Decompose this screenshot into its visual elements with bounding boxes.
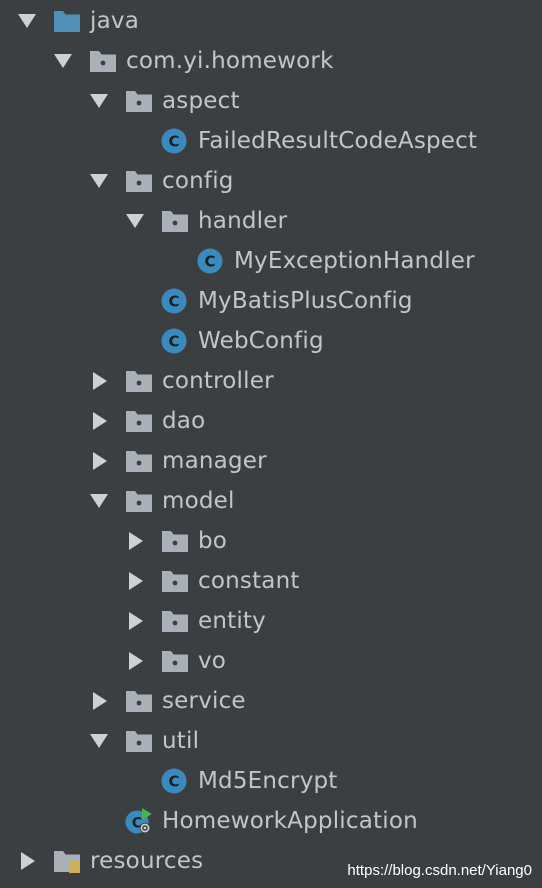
tree-node-handler[interactable]: handler [0, 201, 542, 241]
tree-node-label: bo [198, 528, 228, 554]
collapsed-arrow-icon[interactable] [125, 571, 145, 591]
collapsed-arrow-icon[interactable] [125, 611, 145, 631]
tree-node-label: model [162, 488, 235, 514]
tree-node-aspect[interactable]: aspect [0, 81, 542, 121]
tree-node-label: util [162, 728, 200, 754]
package-icon [160, 607, 190, 635]
svg-text:C: C [168, 293, 179, 311]
tree-node-controller[interactable]: controller [0, 361, 542, 401]
package-icon [124, 407, 154, 435]
tree-node-label: java [90, 8, 139, 34]
spring-boot-application-icon: C [124, 807, 154, 835]
tree-node-label: manager [162, 448, 267, 474]
tree-node-label: entity [198, 608, 266, 634]
tree-node-config[interactable]: config [0, 161, 542, 201]
tree-node-label: MyBatisPlusConfig [198, 288, 413, 314]
tree-node-util[interactable]: util [0, 721, 542, 761]
watermark-text: https://blog.csdn.net/Yiang0 [347, 862, 532, 879]
expanded-arrow-icon[interactable] [17, 11, 37, 31]
svg-text:C: C [168, 333, 179, 351]
tree-node-label: WebConfig [198, 328, 324, 354]
class-icon: C [160, 127, 190, 155]
package-icon [124, 367, 154, 395]
tree-node-label: com.yi.homework [126, 48, 334, 74]
package-icon [160, 527, 190, 555]
expanded-arrow-icon[interactable] [89, 171, 109, 191]
tree-node-constant[interactable]: constant [0, 561, 542, 601]
package-icon [124, 87, 154, 115]
tree-node-label: handler [198, 208, 288, 234]
tree-node-label: vo [198, 648, 227, 674]
tree-node-dao[interactable]: dao [0, 401, 542, 441]
svg-text:C: C [168, 133, 179, 151]
collapsed-arrow-icon[interactable] [17, 851, 37, 871]
expanded-arrow-icon[interactable] [125, 211, 145, 231]
package-icon [88, 47, 118, 75]
source-root-folder-icon [52, 7, 82, 35]
svg-text:C: C [204, 253, 215, 271]
tree-node-md5encrypt[interactable]: C Md5Encrypt [0, 761, 542, 801]
expanded-arrow-icon[interactable] [89, 91, 109, 111]
tree-node-myexceptionhandler[interactable]: C MyExceptionHandler [0, 241, 542, 281]
class-icon: C [196, 247, 226, 275]
class-icon: C [160, 767, 190, 795]
tree-node-bo[interactable]: bo [0, 521, 542, 561]
package-icon [124, 487, 154, 515]
collapsed-arrow-icon[interactable] [89, 411, 109, 431]
tree-node-com-yi-homework[interactable]: com.yi.homework [0, 41, 542, 81]
collapsed-arrow-icon[interactable] [89, 371, 109, 391]
tree-node-vo[interactable]: vo [0, 641, 542, 681]
package-icon [160, 567, 190, 595]
package-icon [160, 647, 190, 675]
class-icon: C [160, 327, 190, 355]
package-icon [124, 167, 154, 195]
collapsed-arrow-icon[interactable] [125, 531, 145, 551]
collapsed-arrow-icon[interactable] [125, 651, 145, 671]
tree-node-label: dao [162, 408, 206, 434]
collapsed-arrow-icon[interactable] [89, 451, 109, 471]
project-tree: java com.yi.homework aspect C FailedResultCo… [0, 0, 542, 888]
expanded-arrow-icon[interactable] [89, 731, 109, 751]
package-icon [124, 727, 154, 755]
package-icon [124, 687, 154, 715]
tree-node-label: resources [90, 848, 204, 874]
tree-node-label: MyExceptionHandler [234, 248, 475, 274]
tree-node-label: FailedResultCodeAspect [198, 128, 478, 154]
tree-node-manager[interactable]: manager [0, 441, 542, 481]
tree-node-failedresultcodeaspect[interactable]: C FailedResultCodeAspect [0, 121, 542, 161]
tree-node-label: HomeworkApplication [162, 808, 418, 834]
tree-node-mybatisplusconfig[interactable]: C MyBatisPlusConfig [0, 281, 542, 321]
package-icon [160, 207, 190, 235]
tree-node-entity[interactable]: entity [0, 601, 542, 641]
tree-node-label: service [162, 688, 246, 714]
tree-node-label: controller [162, 368, 274, 394]
svg-text:C: C [168, 773, 179, 791]
expanded-arrow-icon[interactable] [53, 51, 73, 71]
tree-node-model[interactable]: model [0, 481, 542, 521]
tree-node-label: constant [198, 568, 300, 594]
expanded-arrow-icon[interactable] [89, 491, 109, 511]
tree-node-homeworkapplication[interactable]: C HomeworkApplication [0, 801, 542, 841]
tree-node-java[interactable]: java [0, 1, 542, 41]
tree-node-label: aspect [162, 88, 240, 114]
class-icon: C [160, 287, 190, 315]
tree-node-webconfig[interactable]: C WebConfig [0, 321, 542, 361]
collapsed-arrow-icon[interactable] [89, 691, 109, 711]
resources-root-folder-icon [52, 847, 82, 875]
tree-node-label: config [162, 168, 234, 194]
tree-node-service[interactable]: service [0, 681, 542, 721]
tree-node-label: Md5Encrypt [198, 768, 338, 794]
package-icon [124, 447, 154, 475]
